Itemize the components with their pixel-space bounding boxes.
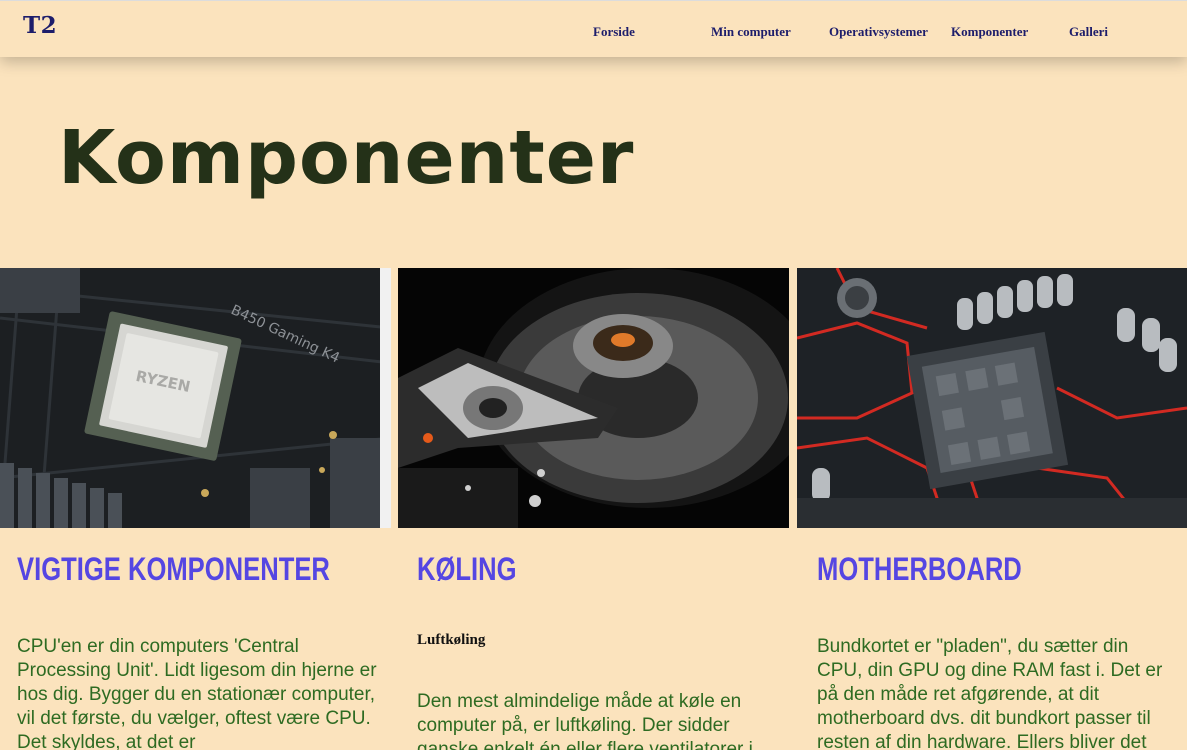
card-heading-koling: Køling <box>417 551 517 587</box>
top-navbar: T2 Forside Min computer Operativsystemer… <box>0 0 1187 57</box>
nav-item-operativsystemer[interactable]: Operativsystemer <box>829 24 928 40</box>
site-logo[interactable]: T2 <box>23 12 57 39</box>
page-title: Komponenter <box>58 115 635 201</box>
card-text-koling: Den mest almindelige måde at køle en com… <box>417 691 753 750</box>
nav-item-galleri[interactable]: Galleri <box>1069 24 1108 40</box>
card-heading-vigtige-komponenter: Vigtige komponenter <box>17 551 330 587</box>
card-text-vigtige-komponenter: CPU'en er din computers 'Central Process… <box>17 636 377 750</box>
nav-item-forside[interactable]: Forside <box>593 24 635 40</box>
nav-item-min-computer[interactable]: Min computer <box>711 24 791 40</box>
cpu-motherboard-image: RYZEN B450 Gaming K4 <box>0 268 391 528</box>
nav-item-komponenter[interactable]: Komponenter <box>951 24 1028 40</box>
card-text-motherboard: Bundkortet er "pladen", du sætter din CP… <box>817 636 1163 750</box>
card-heading-motherboard: Motherboard <box>817 551 1022 587</box>
card-subheading-luftkoling: Luftkøling <box>417 632 486 648</box>
motherboard-socket-image <box>797 268 1187 528</box>
hard-drive-image <box>398 268 789 528</box>
